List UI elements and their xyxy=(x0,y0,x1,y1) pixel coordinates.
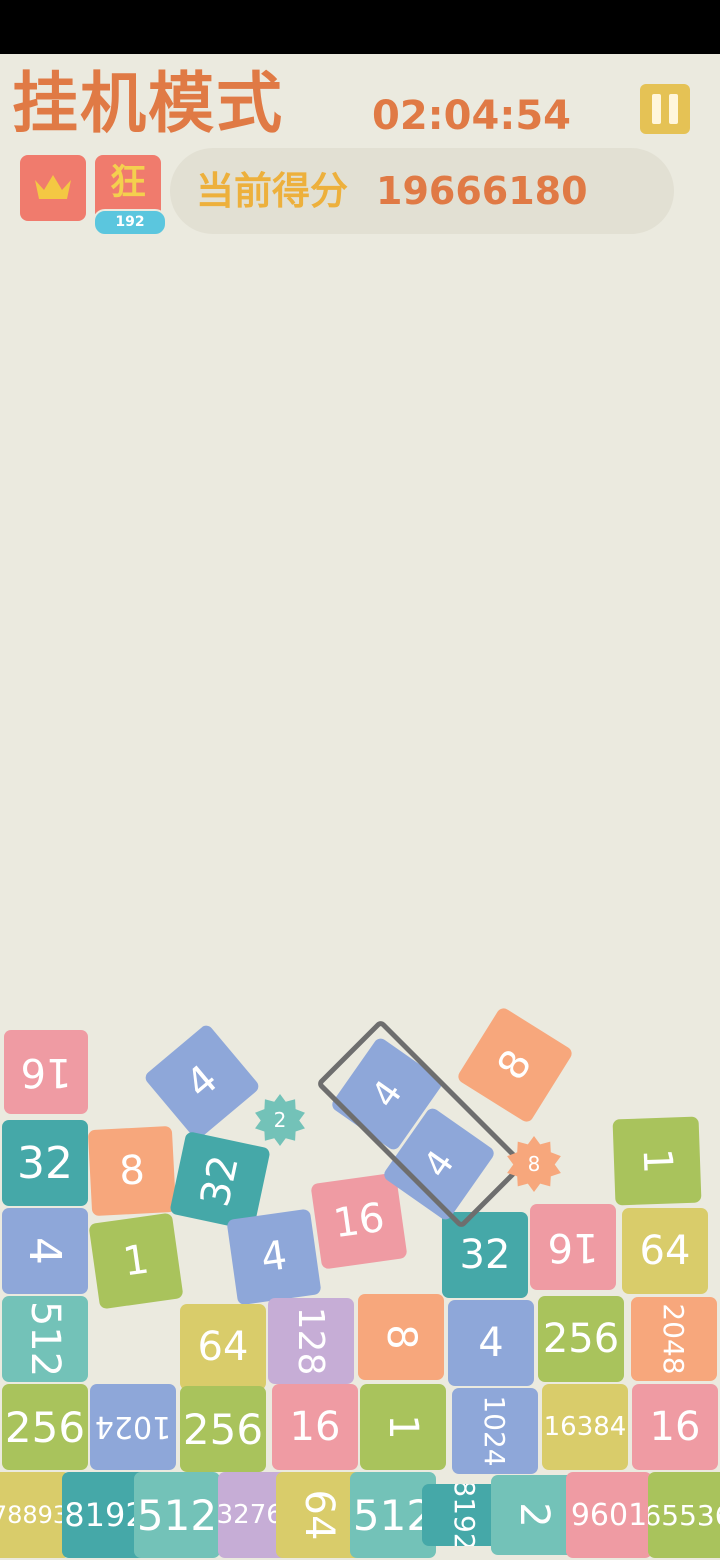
number-tile: 8 xyxy=(87,1125,177,1217)
number-tile: 32 xyxy=(2,1120,88,1206)
score-label: 当前得分 xyxy=(196,169,349,213)
number-tile: 256 xyxy=(2,1384,88,1470)
number-tile: 8 xyxy=(358,1294,444,1380)
number-tile: 1024 xyxy=(90,1384,176,1470)
number-tile: 16384 xyxy=(542,1384,628,1470)
number-tile: 1024 xyxy=(452,1388,538,1474)
number-tile: 64 xyxy=(180,1304,266,1390)
number-tile: 1 xyxy=(360,1384,446,1470)
number-tile: 16 xyxy=(272,1384,358,1470)
number-tile: 8 xyxy=(455,1005,575,1125)
number-tile: 78893 xyxy=(0,1472,70,1558)
score-panel: 当前得分 19666180 xyxy=(170,148,674,234)
mode-glyph: 狂 xyxy=(109,162,146,203)
mode-count-badge: 192 xyxy=(93,209,167,236)
number-tile: 256 xyxy=(538,1296,624,1382)
number-tile: 4 xyxy=(2,1208,88,1294)
number-tile: 4 xyxy=(448,1300,534,1386)
status-bar xyxy=(0,0,720,54)
number-tile: 32 xyxy=(442,1212,528,1298)
number-tile: 16 xyxy=(632,1384,718,1470)
number-tile: 512 xyxy=(134,1472,220,1558)
pause-icon xyxy=(652,94,661,124)
page-title: 挂机模式 xyxy=(12,65,284,142)
star-gem: 8 xyxy=(507,1136,561,1192)
number-tile: 64 xyxy=(622,1208,708,1294)
crown-button[interactable] xyxy=(20,155,86,221)
number-tile: 2048 xyxy=(631,1297,717,1381)
crown-icon xyxy=(35,175,71,199)
number-tile: 128 xyxy=(268,1298,354,1384)
number-tile: 65536 xyxy=(648,1472,720,1558)
number-tile: 256 xyxy=(180,1386,266,1472)
number-tile: 1 xyxy=(88,1212,184,1310)
number-tile: 512 xyxy=(2,1296,88,1382)
pause-button[interactable] xyxy=(640,84,690,134)
number-tile: 16 xyxy=(4,1030,88,1114)
number-tile: 9601 xyxy=(566,1472,652,1558)
number-tile: 4 xyxy=(142,1022,262,1142)
star-gem: 2 xyxy=(255,1094,305,1146)
score-value: 19666180 xyxy=(376,169,588,213)
number-tile: 2 xyxy=(491,1475,577,1555)
number-tile: 4 xyxy=(226,1208,322,1306)
number-tile: 1 xyxy=(612,1116,702,1206)
number-tile: 16 xyxy=(530,1204,616,1290)
number-tile: 16 xyxy=(310,1172,408,1270)
game-timer: 02:04:54 xyxy=(372,93,571,139)
